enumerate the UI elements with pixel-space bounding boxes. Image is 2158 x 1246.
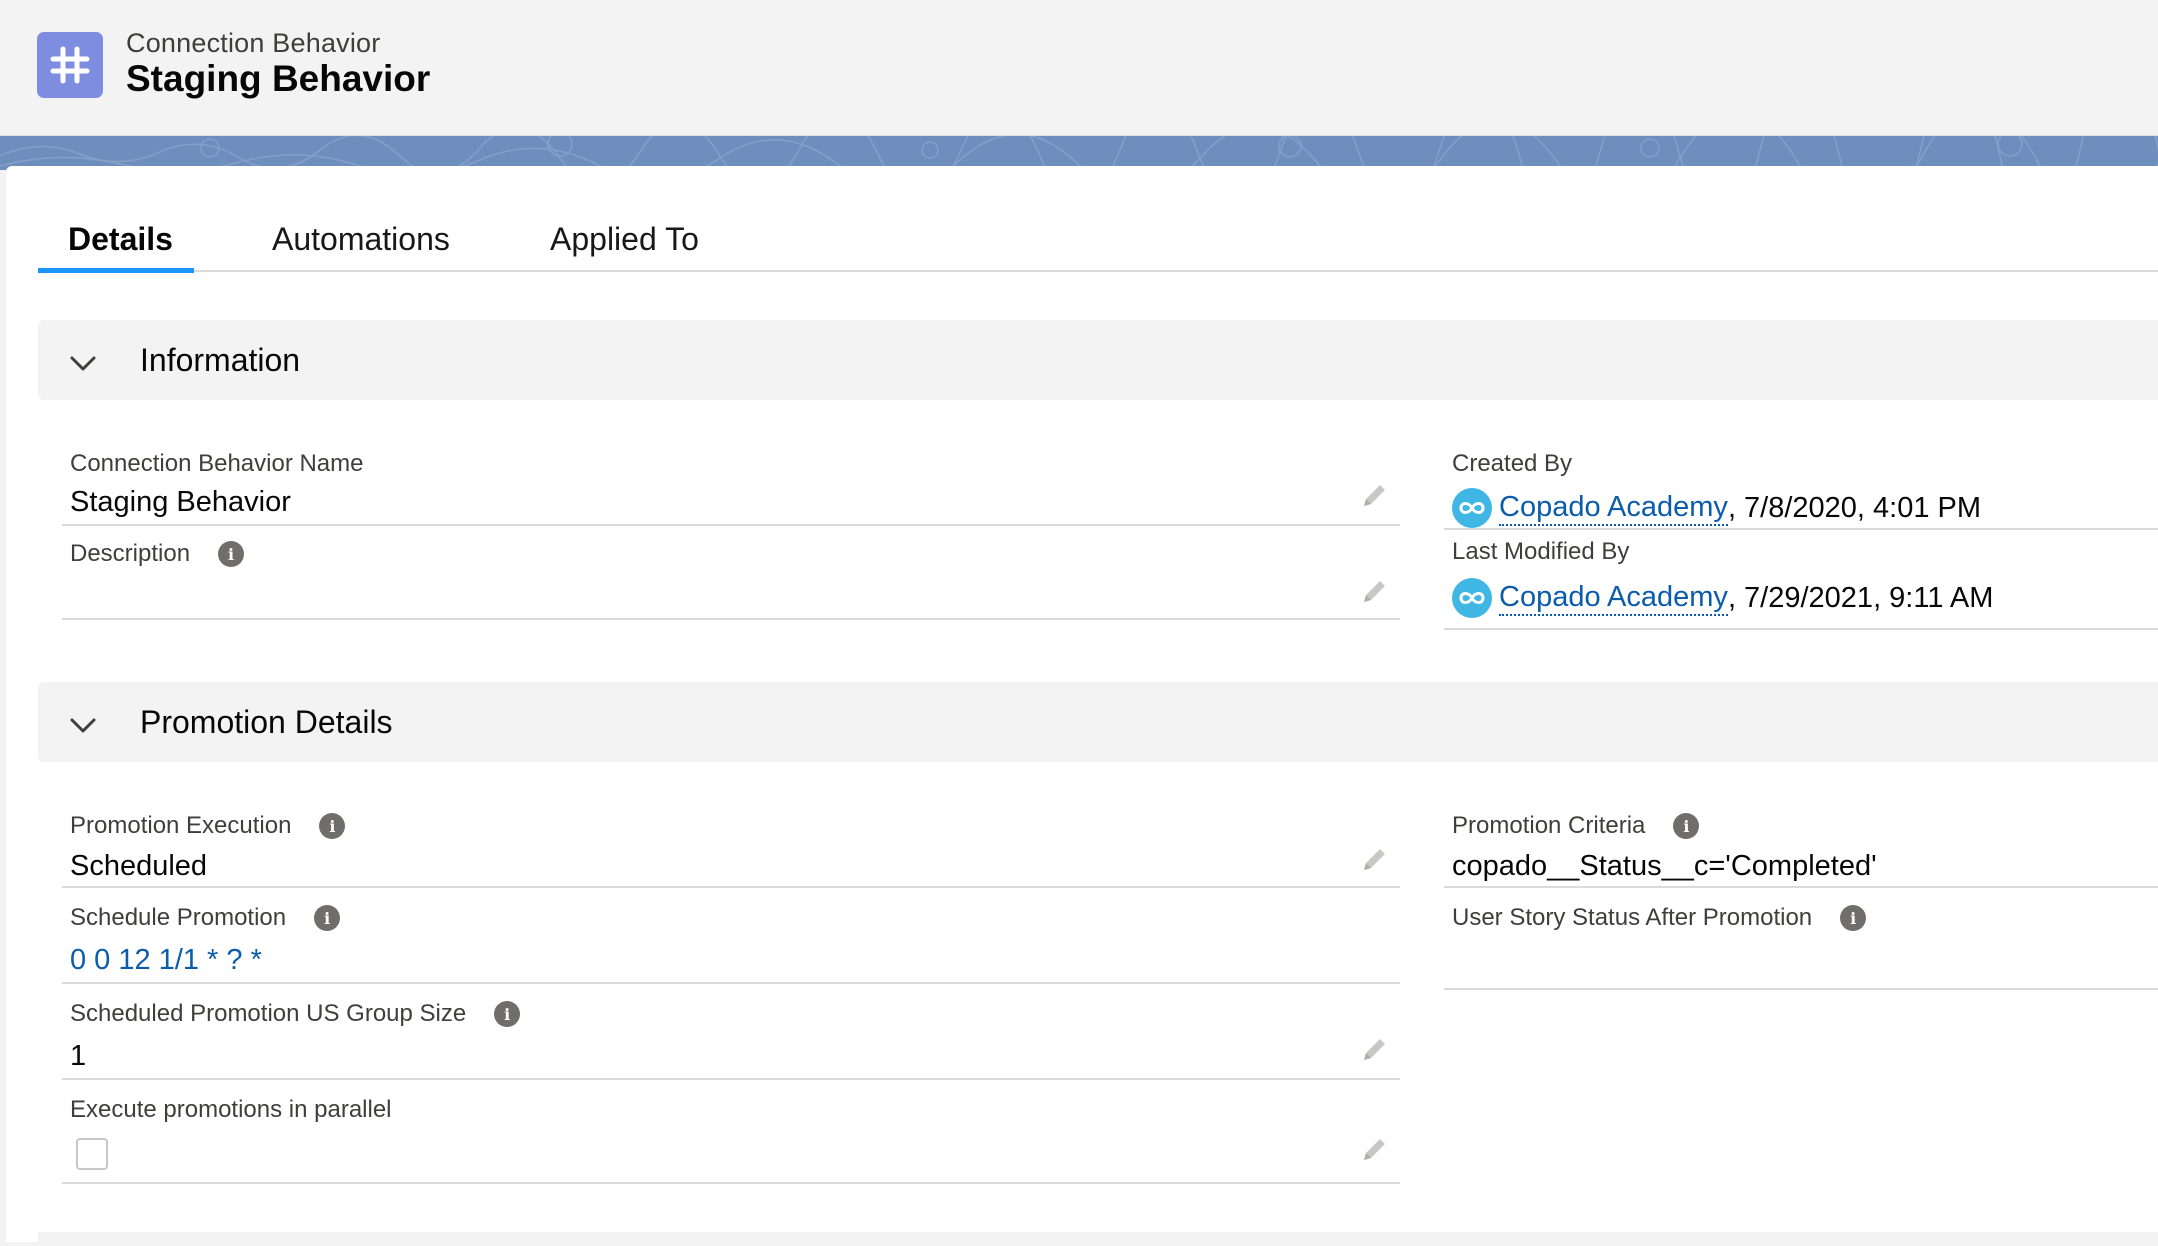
info-icon[interactable]: i	[218, 541, 245, 567]
field-status-after-promotion: User Story Status After Promotion i	[1444, 888, 2158, 990]
field-label: Schedule Promotion	[70, 904, 287, 931]
field-label: Created By	[1452, 450, 1573, 477]
user-avatar-icon	[1452, 488, 1492, 528]
field-group-size: Scheduled Promotion US Group Size i 1	[62, 984, 1400, 1080]
decorative-banner	[0, 136, 2158, 170]
edit-pencil-icon[interactable]	[1360, 844, 1390, 874]
field-schedule-promotion: Schedule Promotion i 0 0 12 1/1 * ? *	[62, 888, 1400, 984]
section-information-title: Information	[140, 341, 301, 378]
last-modified-by-user-link[interactable]: Copado Academy	[1499, 581, 1728, 616]
record-detail-card: Details Automations Applied To Informati…	[6, 166, 2158, 1246]
chevron-down-icon	[70, 718, 96, 733]
parallel-checkbox[interactable]	[76, 1138, 108, 1170]
tab-automations-label: Automations	[272, 220, 450, 257]
field-value: Staging Behavior	[70, 486, 291, 518]
field-description: Description i	[62, 526, 1400, 620]
field-label: Connection Behavior Name	[70, 450, 364, 477]
field-label: Promotion Execution	[70, 812, 292, 839]
field-label-row: Promotion Criteria i	[1452, 812, 1700, 840]
section-promotion-details-title: Promotion Details	[140, 703, 393, 740]
info-icon[interactable]: i	[1840, 905, 1867, 931]
schedule-cron-link[interactable]: 0 0 12 1/1 * ? *	[70, 944, 262, 977]
field-label: Scheduled Promotion US Group Size	[70, 1000, 467, 1027]
field-connection-behavior-name: Connection Behavior Name Staging Behavio…	[62, 430, 1400, 526]
field-label-row: Schedule Promotion i	[70, 904, 341, 932]
record-title: Staging Behavior	[126, 58, 431, 99]
tab-applied-to[interactable]: Applied To	[550, 206, 699, 272]
field-value: 1	[70, 1040, 87, 1072]
field-value: Copado Academy , 7/29/2021, 9:11 AM	[1452, 578, 1993, 618]
field-label-row: Promotion Execution i	[70, 812, 346, 840]
field-value: copado__Status__c='Completed'	[1452, 850, 1877, 882]
field-promotion-criteria: Promotion Criteria i copado__Status__c='…	[1444, 792, 2158, 888]
created-by-datetime: , 7/8/2020, 4:01 PM	[1727, 491, 1982, 524]
field-created-by: Created By Copado Academy , 7/8/2020, 4:…	[1444, 430, 2158, 530]
section-information-toggle[interactable]: Information	[38, 320, 2158, 400]
field-label: Execute promotions in parallel	[70, 1096, 392, 1123]
field-label: Promotion Criteria	[1452, 812, 1646, 839]
field-label: User Story Status After Promotion	[1452, 904, 1813, 931]
last-modified-datetime: , 7/29/2021, 9:11 AM	[1727, 581, 1994, 614]
field-last-modified-by: Last Modified By Copado Academy , 7/29/2…	[1444, 530, 2158, 630]
tab-bar: Details Automations Applied To	[38, 206, 2158, 273]
field-value: 0 0 12 1/1 * ? *	[70, 944, 262, 977]
tab-applied-to-label: Applied To	[550, 220, 699, 257]
created-by-user-link[interactable]: Copado Academy	[1499, 491, 1728, 526]
info-icon[interactable]: i	[1673, 813, 1700, 839]
hash-icon	[37, 32, 103, 98]
section-promotion-details-toggle[interactable]: Promotion Details	[38, 682, 2158, 762]
field-value: Copado Academy , 7/8/2020, 4:01 PM	[1452, 488, 1981, 528]
edit-pencil-icon[interactable]	[1360, 1134, 1390, 1164]
edit-pencil-icon[interactable]	[1360, 1034, 1390, 1064]
field-label-row: User Story Status After Promotion i	[1452, 904, 1867, 932]
field-value: Scheduled	[70, 850, 208, 882]
edit-pencil-icon[interactable]	[1360, 480, 1390, 510]
info-icon[interactable]: i	[314, 905, 341, 931]
field-label: Last Modified By	[1452, 538, 1630, 565]
field-label-row: Description i	[70, 540, 245, 568]
object-label: Connection Behavior	[126, 28, 381, 58]
next-section-edge	[38, 1232, 2158, 1246]
field-execute-parallel: Execute promotions in parallel	[62, 1080, 1400, 1184]
user-avatar-icon	[1452, 578, 1492, 618]
tab-automations[interactable]: Automations	[272, 206, 450, 272]
chevron-down-icon	[70, 356, 96, 371]
field-promotion-execution: Promotion Execution i Scheduled	[62, 792, 1400, 888]
edit-pencil-icon[interactable]	[1360, 576, 1390, 606]
tab-details[interactable]: Details	[68, 206, 173, 272]
tab-details-label: Details	[68, 220, 173, 257]
page-header: Connection Behavior Staging Behavior	[0, 0, 2158, 136]
field-label: Description	[70, 540, 191, 567]
active-tab-indicator	[38, 268, 194, 273]
info-icon[interactable]: i	[319, 813, 346, 839]
field-label-row: Scheduled Promotion US Group Size i	[70, 1000, 521, 1028]
info-icon[interactable]: i	[494, 1001, 521, 1027]
